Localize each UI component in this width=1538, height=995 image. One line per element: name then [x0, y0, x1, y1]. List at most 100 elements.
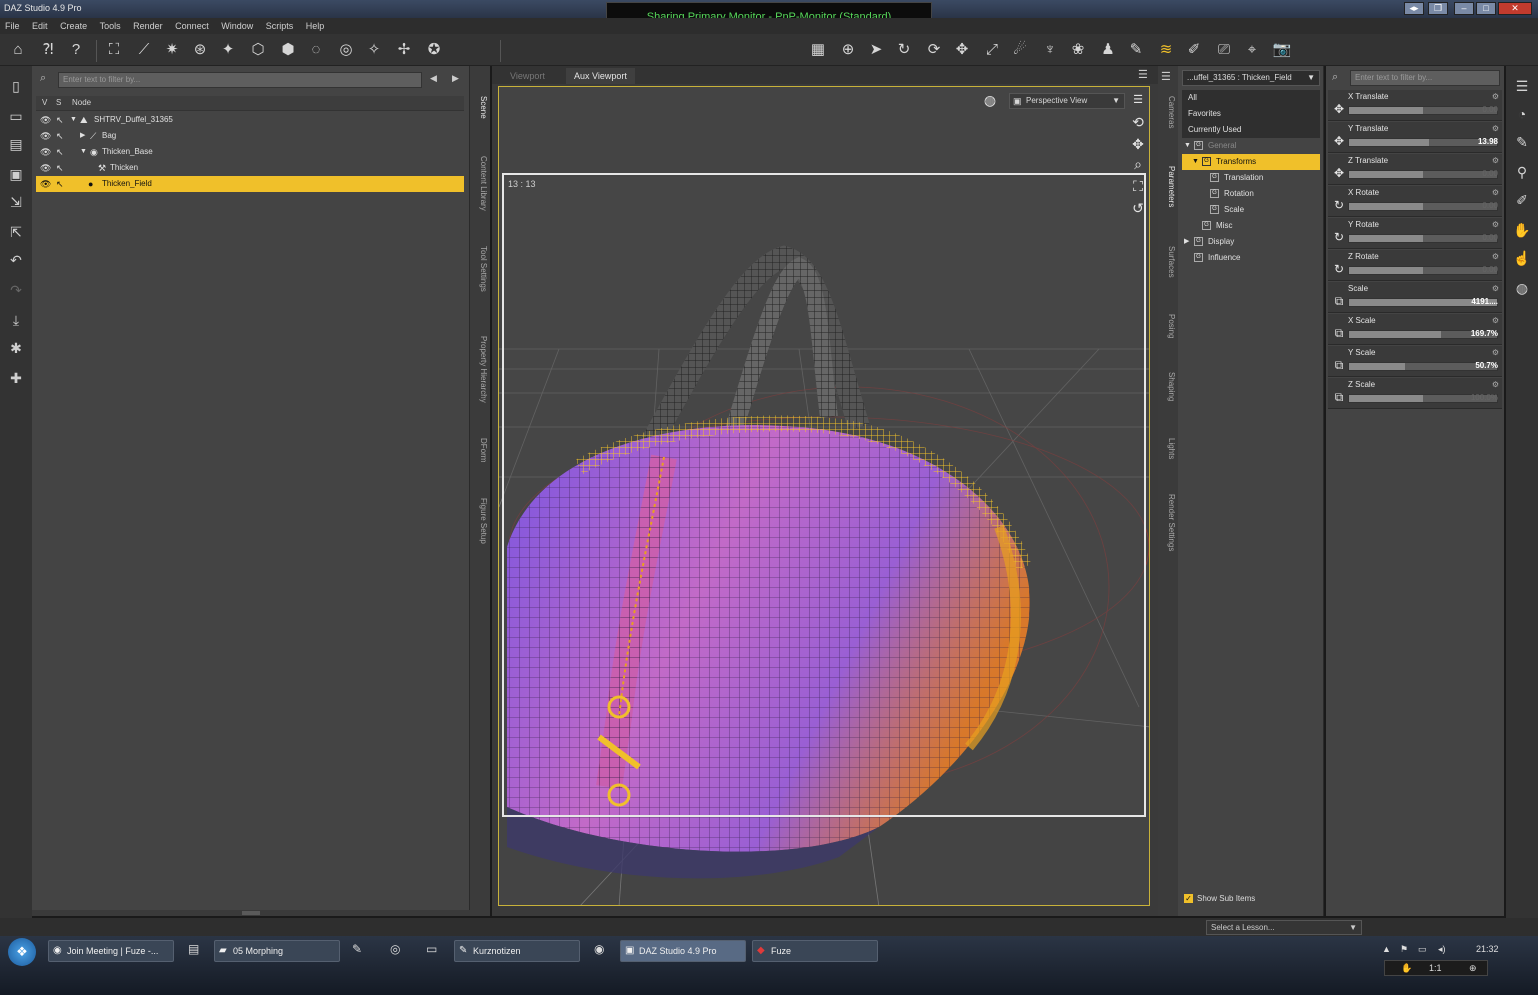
restore-figure-icon[interactable]: ✚	[6, 368, 26, 388]
rotate-icon[interactable]: ↻	[1332, 262, 1346, 276]
menu-file[interactable]: File	[0, 18, 25, 31]
tab-render-settings[interactable]: Render Settings	[1160, 494, 1176, 551]
redo-icon[interactable]: ↷	[6, 280, 26, 300]
param-value[interactable]: 4191....	[1471, 297, 1498, 306]
viewport-menu-icon[interactable]: ☰	[1129, 91, 1147, 109]
joint-icon[interactable]: ⚲	[1512, 162, 1532, 182]
fit-icon[interactable]: ⊕	[1469, 961, 1477, 975]
menu-tools[interactable]: Tools	[95, 18, 126, 31]
collapse-icon[interactable]: ▼	[70, 112, 77, 128]
tool-icon[interactable]: ✎	[352, 942, 362, 956]
region-navigator-icon[interactable]: ◌	[306, 40, 326, 60]
volume-icon[interactable]: ◂)	[1438, 944, 1446, 955]
eye-icon[interactable]: 👁	[40, 144, 51, 160]
scene-filter-input[interactable]: Enter text to filter by...	[58, 72, 422, 88]
frame-icon[interactable]: ⛶	[1129, 177, 1147, 195]
brush-icon[interactable]: ✎	[1126, 40, 1146, 60]
expand-icon[interactable]: ▶	[1184, 234, 1189, 250]
gear-icon[interactable]: ⚙	[1492, 156, 1499, 165]
parameter-filter-input[interactable]: Enter text to filter by...	[1350, 70, 1500, 86]
node-selector-dropdown[interactable]: ...uffel_31365 : Thicken_Field ▼	[1182, 70, 1320, 86]
menu-edit[interactable]: Edit	[27, 18, 53, 31]
category-currently-used[interactable]: Currently Used	[1182, 122, 1320, 138]
category-all[interactable]: All	[1182, 90, 1320, 106]
figure-icon[interactable]: ♟	[1098, 40, 1118, 60]
hand-icon[interactable]: ✋	[1401, 961, 1412, 975]
clock[interactable]: 21:32	[1476, 944, 1499, 954]
pencil-icon[interactable]: ✐	[1512, 190, 1532, 210]
pane-menu-icon[interactable]: ☰	[1138, 68, 1148, 81]
hand-pose-icon[interactable]: ☝	[1512, 248, 1532, 268]
lesson-dropdown[interactable]: Select a Lesson... ▼	[1206, 920, 1362, 935]
tab-shaping[interactable]: Shaping	[1160, 372, 1176, 401]
restore-icon[interactable]: ◂▸	[1404, 2, 1424, 15]
param-slider-row[interactable]: ✥ X Translate ⚙ 0.00	[1328, 90, 1502, 121]
param-slider-row[interactable]: ⧉ Y Scale ⚙ 50.7%	[1328, 346, 1502, 377]
export-icon[interactable]: ⇱	[6, 222, 26, 242]
move-icon[interactable]: ✥	[1332, 134, 1346, 148]
rotate-icon[interactable]: ↻	[1332, 198, 1346, 212]
zoom-ratio[interactable]: 1:1	[1429, 961, 1442, 975]
param-value[interactable]: 0.00	[1482, 105, 1498, 114]
category-influence[interactable]: G Influence	[1182, 250, 1320, 266]
tab-dform[interactable]: DForm	[472, 438, 488, 462]
category-scale[interactable]: G Scale	[1182, 202, 1320, 218]
category-rotation[interactable]: G Rotation	[1182, 186, 1320, 202]
category-transforms[interactable]: ▼ G Transforms	[1182, 154, 1320, 170]
save-icon[interactable]: ▣	[6, 164, 26, 184]
tab-cameras[interactable]: Cameras	[1160, 96, 1176, 128]
tab-scene[interactable]: Scene	[472, 96, 488, 119]
rotate-icon[interactable]: ↻	[1332, 230, 1346, 244]
minimize-button[interactable]: –	[1454, 2, 1474, 15]
param-slider-row[interactable]: ⧉ Scale ⚙ 4191....	[1328, 282, 1502, 313]
tab-figure-setup[interactable]: Figure Setup	[472, 498, 488, 544]
param-slider-track[interactable]	[1348, 266, 1498, 275]
pane-menu-icon[interactable]: ☰	[1161, 70, 1171, 83]
param-slider-row[interactable]: ↻ Y Rotate ⚙ 0.00	[1328, 218, 1502, 249]
browser-icon[interactable]: ◎	[390, 942, 400, 956]
param-slider-track[interactable]	[1348, 106, 1498, 115]
param-slider-track[interactable]	[1348, 138, 1498, 147]
home-icon[interactable]: ⌂	[8, 40, 28, 60]
param-value[interactable]: 0.00	[1482, 169, 1498, 178]
scale-icon[interactable]: ⧉	[1332, 358, 1346, 372]
start-button[interactable]: ❖	[8, 938, 36, 966]
param-value[interactable]: 0.00	[1482, 265, 1498, 274]
zoom-icon[interactable]: ⌕	[1129, 155, 1147, 173]
scene-scrollbar[interactable]	[32, 910, 470, 916]
category-general[interactable]: ▼ G General	[1182, 138, 1320, 154]
window-icon[interactable]: ❐	[1428, 2, 1448, 15]
flag-icon[interactable]: ⚑	[1400, 944, 1408, 955]
param-value[interactable]: 0.00	[1482, 233, 1498, 242]
new-file-icon[interactable]: ▯	[6, 76, 26, 96]
camera-render-icon[interactable]: ⎚	[1214, 40, 1234, 60]
menu-help[interactable]: Help	[301, 18, 330, 31]
scale-icon[interactable]: ⤢	[982, 40, 1002, 60]
grid-icon[interactable]: ▦	[808, 40, 828, 60]
task-daz-studio[interactable]: ▣ DAZ Studio 4.9 Pro	[620, 940, 746, 962]
screen-icon[interactable]: ▭	[426, 942, 437, 956]
reset-view-icon[interactable]: ↺	[1129, 199, 1147, 217]
menu-create[interactable]: Create	[55, 18, 92, 31]
perspective-view-dropdown[interactable]: ▣ Perspective View ▼	[1009, 93, 1125, 109]
collapse-icon[interactable]: ▼	[1184, 138, 1191, 154]
param-slider-row[interactable]: ⧉ Z Scale ⚙ 100.0%	[1328, 378, 1502, 409]
category-translation[interactable]: G Translation	[1182, 170, 1320, 186]
globe-icon[interactable]: ◍	[1512, 278, 1532, 298]
tab-surfaces[interactable]: Surfaces	[1160, 246, 1176, 278]
menu-connect[interactable]: Connect	[170, 18, 214, 31]
gear-icon[interactable]: ⚙	[1492, 124, 1499, 133]
param-value[interactable]: 169.7%	[1471, 329, 1498, 338]
collapse-icon[interactable]: ▼	[80, 144, 87, 160]
import-icon[interactable]: ⇲	[6, 192, 26, 212]
param-value[interactable]: 50.7%	[1475, 361, 1498, 370]
menu-scripts[interactable]: Scripts	[261, 18, 299, 31]
lock-icon[interactable]: ◔	[1512, 104, 1532, 124]
figure-pose-icon[interactable]: ♆	[1040, 40, 1060, 60]
param-slider-track[interactable]	[1348, 202, 1498, 211]
scale-icon[interactable]: ⧉	[1332, 390, 1346, 404]
tab-viewport[interactable]: Viewport	[502, 68, 553, 84]
pane-menu-icon[interactable]: ☰	[1512, 76, 1532, 96]
spot-render-icon[interactable]: ✦	[218, 40, 238, 60]
gear-icon[interactable]: ⚙	[1492, 284, 1499, 293]
